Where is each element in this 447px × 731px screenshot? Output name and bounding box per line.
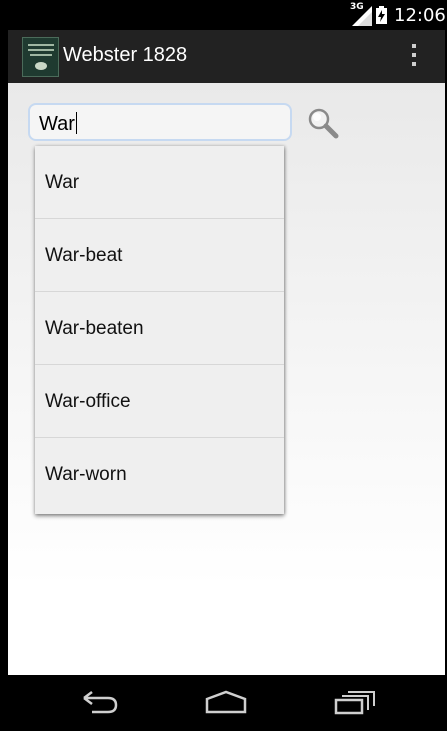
action-bar: Webster 1828	[8, 30, 445, 83]
search-input[interactable]: War	[28, 103, 292, 141]
book-cover-icon[interactable]	[22, 37, 59, 77]
device-frame: 3G 12:06 Webster 1828 War War War-beat W…	[0, 0, 447, 731]
screen: 3G 12:06 Webster 1828 War War War-beat W…	[8, 0, 446, 731]
app-title: Webster 1828	[63, 44, 188, 66]
status-time: 12:06	[394, 5, 446, 26]
suggestion-dropdown: War War-beat War-beaten War-office War-w…	[35, 146, 284, 514]
suggestion-item[interactable]: War-beaten	[35, 292, 284, 365]
battery-icon	[376, 6, 387, 24]
back-icon[interactable]	[78, 689, 120, 715]
suggestion-label: War	[45, 172, 80, 193]
suggestion-label: War-worn	[45, 464, 127, 485]
signal-icon	[352, 6, 372, 26]
home-icon[interactable]	[204, 689, 248, 715]
text-cursor	[75, 112, 77, 134]
search-input-value: War	[39, 112, 77, 135]
suggestion-item[interactable]: War-worn	[35, 438, 284, 512]
recent-apps-icon[interactable]	[334, 689, 376, 715]
suggestion-item[interactable]: War-beat	[35, 219, 284, 292]
overflow-menu-icon[interactable]	[410, 44, 418, 70]
suggestion-item[interactable]: War-office	[35, 365, 284, 438]
suggestion-label: War-beaten	[45, 318, 144, 339]
navigation-bar	[8, 675, 445, 731]
suggestion-item[interactable]: War	[35, 146, 284, 219]
status-bar: 3G 12:06	[8, 0, 446, 30]
suggestion-label: War-beat	[45, 245, 123, 266]
suggestion-label: War-office	[45, 391, 131, 412]
magnifier-icon[interactable]	[306, 107, 340, 141]
main-content: War War War-beat War-beaten War-office W…	[8, 83, 445, 675]
